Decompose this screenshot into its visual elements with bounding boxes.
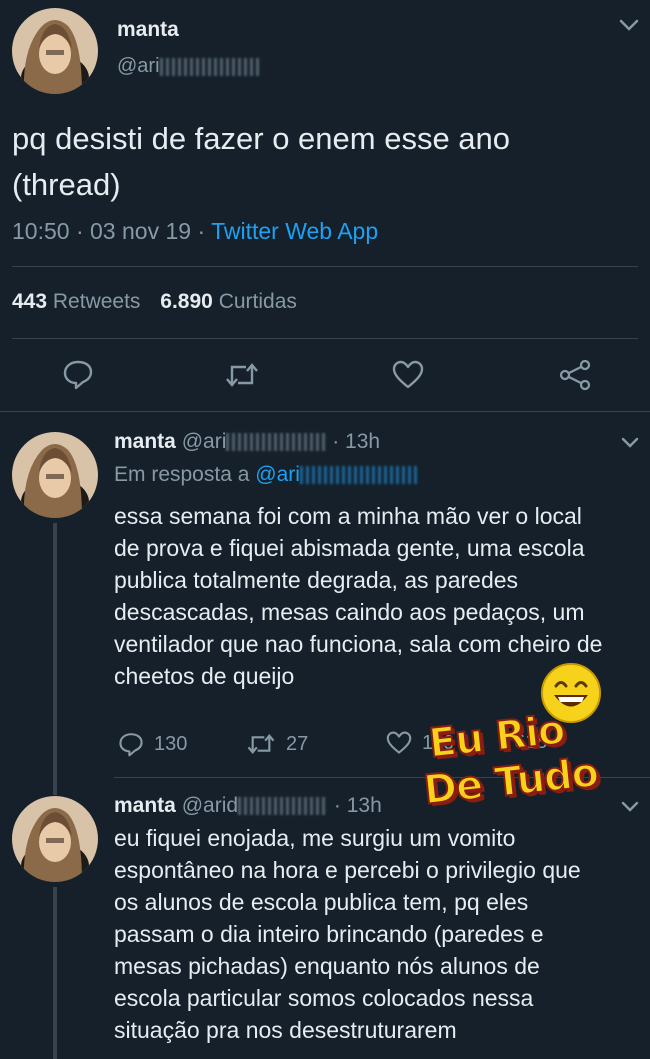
reply-action[interactable]: 130 (118, 731, 187, 757)
author-handle[interactable]: @ari (182, 430, 227, 453)
heart-icon[interactable] (392, 360, 424, 395)
blurred-text (238, 797, 329, 816)
tweet-text: eu fiquei enojada, me surgiu um vomito e… (114, 822, 581, 1046)
author-handle-text: @ari (117, 55, 160, 77)
tweet-text-line: publica totalmente degrada, as paredes (114, 567, 519, 593)
avatar[interactable] (12, 432, 98, 518)
tweet-text-line: (thread) (12, 167, 121, 202)
heart-icon (386, 731, 412, 754)
blurred-text (299, 466, 420, 485)
date: 03 nov 19 (90, 218, 192, 244)
tweet-text-line: ventilador que nao funciona, sala com ch… (114, 631, 603, 657)
tweet-text-line: espontâneo na hora e percebi o privilegi… (114, 857, 581, 883)
separator: · (197, 218, 206, 244)
reply-icon (119, 733, 143, 757)
retweet-action[interactable]: 27 (246, 731, 308, 757)
time: 10:50 (12, 218, 70, 244)
divider (0, 411, 650, 412)
tweet-text: pq desisti de fazer o enem esse ano (thr… (12, 116, 510, 208)
reply-to: Em resposta a @ari (114, 463, 420, 487)
tweet-text-line: escola particular somos colocados nessa (114, 985, 534, 1011)
divider (12, 338, 638, 339)
blurred-text (226, 433, 327, 452)
tweet-text-line: mesas pichadas) enquanto nós alunos de (114, 953, 540, 979)
retweets-label[interactable]: Retweets (53, 290, 141, 313)
chevron-down-icon[interactable] (620, 436, 640, 454)
tweet-source-link[interactable]: Twitter Web App (211, 218, 378, 244)
tweet-text-line: de prova e fiquei abismada gente, uma es… (114, 535, 585, 561)
retweet-count: 27 (286, 732, 309, 755)
author-name[interactable]: manta (114, 430, 176, 453)
reply-header: manta @ari · 13h (114, 430, 380, 454)
thread-line (53, 887, 57, 1059)
chevron-down-icon[interactable] (618, 18, 640, 37)
tweet-text-line: cheetos de queijo (114, 663, 295, 689)
blurred-text (159, 57, 260, 76)
tweet-text-line: eu fiquei enojada, me surgiu um vomito (114, 825, 516, 851)
retweet-icon (247, 733, 275, 755)
avatar[interactable] (12, 796, 98, 882)
likes-label[interactable]: Curtidas (219, 290, 297, 313)
reply-icon[interactable] (62, 358, 94, 395)
tweet-time[interactable]: · 13h (332, 430, 380, 453)
author-handle[interactable]: @arid (182, 794, 238, 817)
tweet-text-line: situação pra nos desestruturarem (114, 1017, 457, 1043)
tweet-text: essa semana foi com a minha mão ver o lo… (114, 500, 602, 692)
tweet-text-line: passam o dia inteiro brincando (paredes … (114, 921, 544, 947)
tweet-text-line: descascadas, mesas caindo aos pedaços, u… (114, 599, 585, 625)
divider (12, 266, 638, 267)
retweet-icon[interactable] (224, 360, 260, 395)
author-handle[interactable]: @ari (117, 55, 260, 78)
avatar[interactable] (12, 8, 98, 94)
thread-line (53, 523, 57, 795)
reply-to-label: Em resposta a (114, 463, 250, 486)
watermark-logo: Eu Rio De Tudo (413, 702, 623, 832)
author-name[interactable]: manta (117, 18, 179, 42)
tweet-text-line: pq desisti de fazer o enem esse ano (12, 121, 511, 156)
tweet-timestamp: 10:50 · 03 nov 19 · Twitter Web App (12, 218, 378, 245)
tweet-time[interactable]: · 13h (334, 794, 382, 817)
tweet-text-line: os alunos de escola publica tem, pq eles (114, 889, 529, 915)
separator: · (75, 218, 84, 244)
reply-to-handle[interactable]: @ari (255, 463, 300, 486)
share-icon[interactable] (558, 359, 592, 396)
tweet-text-line: essa semana foi com a minha mão ver o lo… (114, 503, 582, 529)
likes-count[interactable]: 6.890 (160, 290, 213, 313)
retweets-count[interactable]: 443 (12, 290, 47, 313)
author-name[interactable]: manta (114, 794, 176, 817)
reply-header: manta @arid · 13h (114, 794, 382, 818)
reply-count: 130 (154, 732, 188, 755)
engagement-stats: 443 Retweets 6.890 Curtidas (12, 290, 297, 314)
